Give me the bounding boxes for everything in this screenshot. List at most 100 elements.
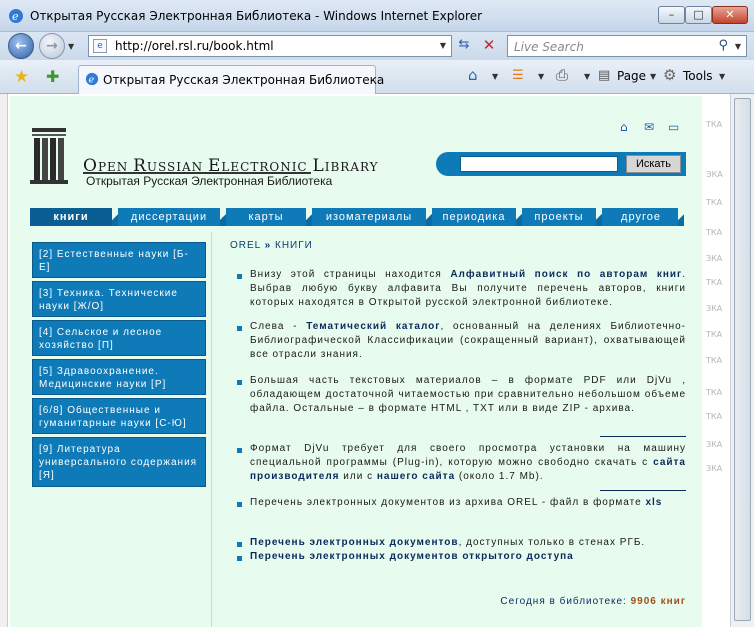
divider bbox=[600, 436, 686, 437]
maximize-button[interactable]: □ bbox=[685, 6, 712, 24]
category-item[interactable]: [3] Техника. Технические науки [Ж/О] bbox=[32, 281, 206, 317]
tab-toolbar: ★ ✚ e Открытая Русская Электронная Библи… bbox=[0, 60, 754, 94]
scrollbar-thumb[interactable] bbox=[734, 98, 751, 621]
mail-link-icon[interactable]: ✉ bbox=[644, 120, 654, 134]
stop-icon[interactable]: ✕ bbox=[478, 36, 500, 56]
print-icon[interactable]: ⎙ bbox=[556, 66, 568, 84]
category-item[interactable]: [5] Здравоохранение. Медицинские науки [… bbox=[32, 359, 206, 395]
category-item[interactable]: [4] Сельское и лесное хозяйство [П] bbox=[32, 320, 206, 356]
history-dropdown-icon[interactable]: ▼ bbox=[68, 42, 74, 51]
minimize-button[interactable]: – bbox=[658, 6, 685, 24]
logo-letter: L bbox=[312, 156, 325, 176]
ghost-text: ТКА bbox=[706, 388, 723, 397]
docs-open-link[interactable]: Перечень электронных документов открытог… bbox=[250, 551, 574, 562]
home-icon[interactable]: ⌂ bbox=[468, 66, 478, 84]
svg-text:e: e bbox=[89, 75, 95, 86]
tab-ie-icon: e bbox=[85, 72, 99, 86]
tools-menu[interactable]: Tools bbox=[683, 69, 713, 83]
library-counter: Сегодня в библиотеке: 9906 книг bbox=[500, 596, 686, 607]
menu-item-maps[interactable]: карты bbox=[226, 208, 306, 226]
address-dropdown-icon[interactable]: ▼ bbox=[440, 41, 446, 50]
ghost-text: ТКА bbox=[706, 198, 723, 207]
minimize-icon: – bbox=[668, 8, 675, 21]
print-dropdown-icon[interactable]: ▼ bbox=[584, 72, 590, 81]
text: Формат DjVu требует для своего просмотра… bbox=[250, 443, 686, 468]
counter-value: 9906 книг bbox=[630, 596, 686, 607]
breadcrumb-root[interactable]: OREL bbox=[230, 240, 261, 251]
catalog-link[interactable]: Тематический каталог bbox=[306, 321, 440, 332]
menu-item-images[interactable]: изоматериалы bbox=[312, 208, 426, 226]
our-site-link[interactable]: нашего сайта bbox=[377, 471, 455, 482]
feeds-dropdown-icon[interactable]: ▼ bbox=[538, 72, 544, 81]
intro-paragraph-formats: Большая часть текстовых материалов – в ф… bbox=[250, 375, 686, 414]
home-link-icon[interactable]: ⌂ bbox=[620, 120, 628, 134]
search-icon[interactable]: ⚲ bbox=[718, 38, 728, 53]
menu-item-projects[interactable]: проекты bbox=[522, 208, 596, 226]
ghost-text: ТКА bbox=[706, 228, 723, 237]
menu-item-books[interactable]: книги bbox=[30, 208, 112, 226]
intro-paragraph-xls: Перечень электронных документов из архив… bbox=[250, 496, 686, 510]
intro-paragraph-catalog: Слева - Тематический каталог, основанный… bbox=[250, 320, 686, 362]
add-favorites-icon[interactable]: ✚ bbox=[46, 67, 59, 86]
page-viewport: OPEN RUSSIAN ELECTRONIC LIBRARY Открытая… bbox=[0, 94, 754, 627]
site-search-input[interactable] bbox=[460, 156, 618, 172]
text: Перечень электронных документов из архив… bbox=[250, 497, 646, 508]
ghost-text: ТКА bbox=[706, 120, 723, 129]
logo-word: IBRARY bbox=[324, 160, 379, 174]
menu-item-other[interactable]: другое bbox=[602, 208, 680, 226]
page-icon: e bbox=[93, 39, 107, 53]
category-item[interactable]: [9] Литература универсального содержания… bbox=[32, 437, 206, 487]
intro-paragraph-alpha-search: Внизу этой страницы находится Алфавитный… bbox=[250, 268, 686, 310]
vertical-scrollbar[interactable] bbox=[730, 94, 754, 627]
feeds-icon[interactable]: ☰ bbox=[512, 68, 524, 83]
live-search-input[interactable]: Live Search ⚲ ▼ bbox=[507, 35, 747, 57]
browser-tab[interactable]: e Открытая Русская Электронная Библиотек… bbox=[78, 65, 384, 94]
sitemap-link-icon[interactable]: ▭ bbox=[668, 120, 679, 134]
tools-dropdown-icon[interactable]: ▼ bbox=[719, 72, 725, 81]
page-dropdown-icon[interactable]: ▼ bbox=[650, 72, 656, 81]
bullet bbox=[237, 274, 242, 279]
tab-title: Открытая Русская Электронная Библиотека bbox=[103, 73, 385, 87]
counter-label: Сегодня в библиотеке: bbox=[500, 596, 631, 607]
main-menu: книги диссертации карты изоматериалы пер… bbox=[30, 208, 684, 226]
category-item[interactable]: [6/8] Общественные и гуманитарные науки … bbox=[32, 398, 206, 434]
favorites-star-icon[interactable]: ★ bbox=[14, 67, 29, 87]
site-page: OPEN RUSSIAN ELECTRONIC LIBRARY Открытая… bbox=[10, 96, 702, 627]
category-item[interactable]: [2] Естественные науки [Б-Е] bbox=[32, 242, 206, 278]
close-button[interactable]: ✕ bbox=[712, 6, 748, 24]
back-arrow-icon: ← bbox=[15, 38, 27, 54]
logo-russian: Открытая Русская Электронная Библиотека bbox=[86, 174, 333, 188]
address-field[interactable]: e http://orel.rsl.ru/book.html ▼ bbox=[88, 35, 452, 57]
menu-item-periodicals[interactable]: периодика bbox=[432, 208, 516, 226]
xls-link[interactable]: xls bbox=[645, 497, 662, 508]
docs-list-rgb: Перечень электронных документов, доступн… bbox=[250, 536, 686, 550]
ghost-text: ЗКА bbox=[706, 304, 723, 313]
page-menu[interactable]: Page bbox=[617, 69, 646, 83]
bullet bbox=[237, 326, 242, 331]
ghost-text: ТКА bbox=[706, 412, 723, 421]
page-icon: ▤ bbox=[598, 68, 611, 83]
site-search-button[interactable]: Искать bbox=[626, 155, 681, 173]
library-logo-icon bbox=[30, 128, 68, 184]
forward-arrow-icon: → bbox=[46, 38, 58, 54]
text: или с bbox=[339, 471, 377, 482]
bullet bbox=[237, 542, 242, 547]
ghost-text: ТКА bbox=[706, 330, 723, 339]
ghost-text: ТКА bbox=[706, 356, 723, 365]
menu-item-dissertations[interactable]: диссертации bbox=[118, 208, 220, 226]
text: Внизу этой страницы находится bbox=[250, 269, 451, 280]
column-divider bbox=[211, 232, 212, 627]
window-titlebar: e Открытая Русская Электронная Библиотек… bbox=[0, 0, 754, 32]
search-dropdown-icon[interactable]: ▼ bbox=[735, 42, 741, 51]
home-dropdown-icon[interactable]: ▼ bbox=[492, 72, 498, 81]
bullet bbox=[237, 556, 242, 561]
docs-rgb-link[interactable]: Перечень электронных документов bbox=[250, 537, 459, 548]
ghost-text: ЗКА bbox=[706, 464, 723, 473]
refresh-icon[interactable]: ⇆ bbox=[454, 37, 474, 55]
divider bbox=[600, 490, 686, 491]
ghost-text: ЭКА bbox=[706, 170, 723, 179]
forward-button[interactable]: → bbox=[39, 33, 65, 59]
back-button[interactable]: ← bbox=[8, 33, 34, 59]
alpha-search-link[interactable]: Алфавитный поиск по авторам книг bbox=[450, 269, 682, 280]
search-placeholder: Live Search bbox=[514, 40, 584, 54]
